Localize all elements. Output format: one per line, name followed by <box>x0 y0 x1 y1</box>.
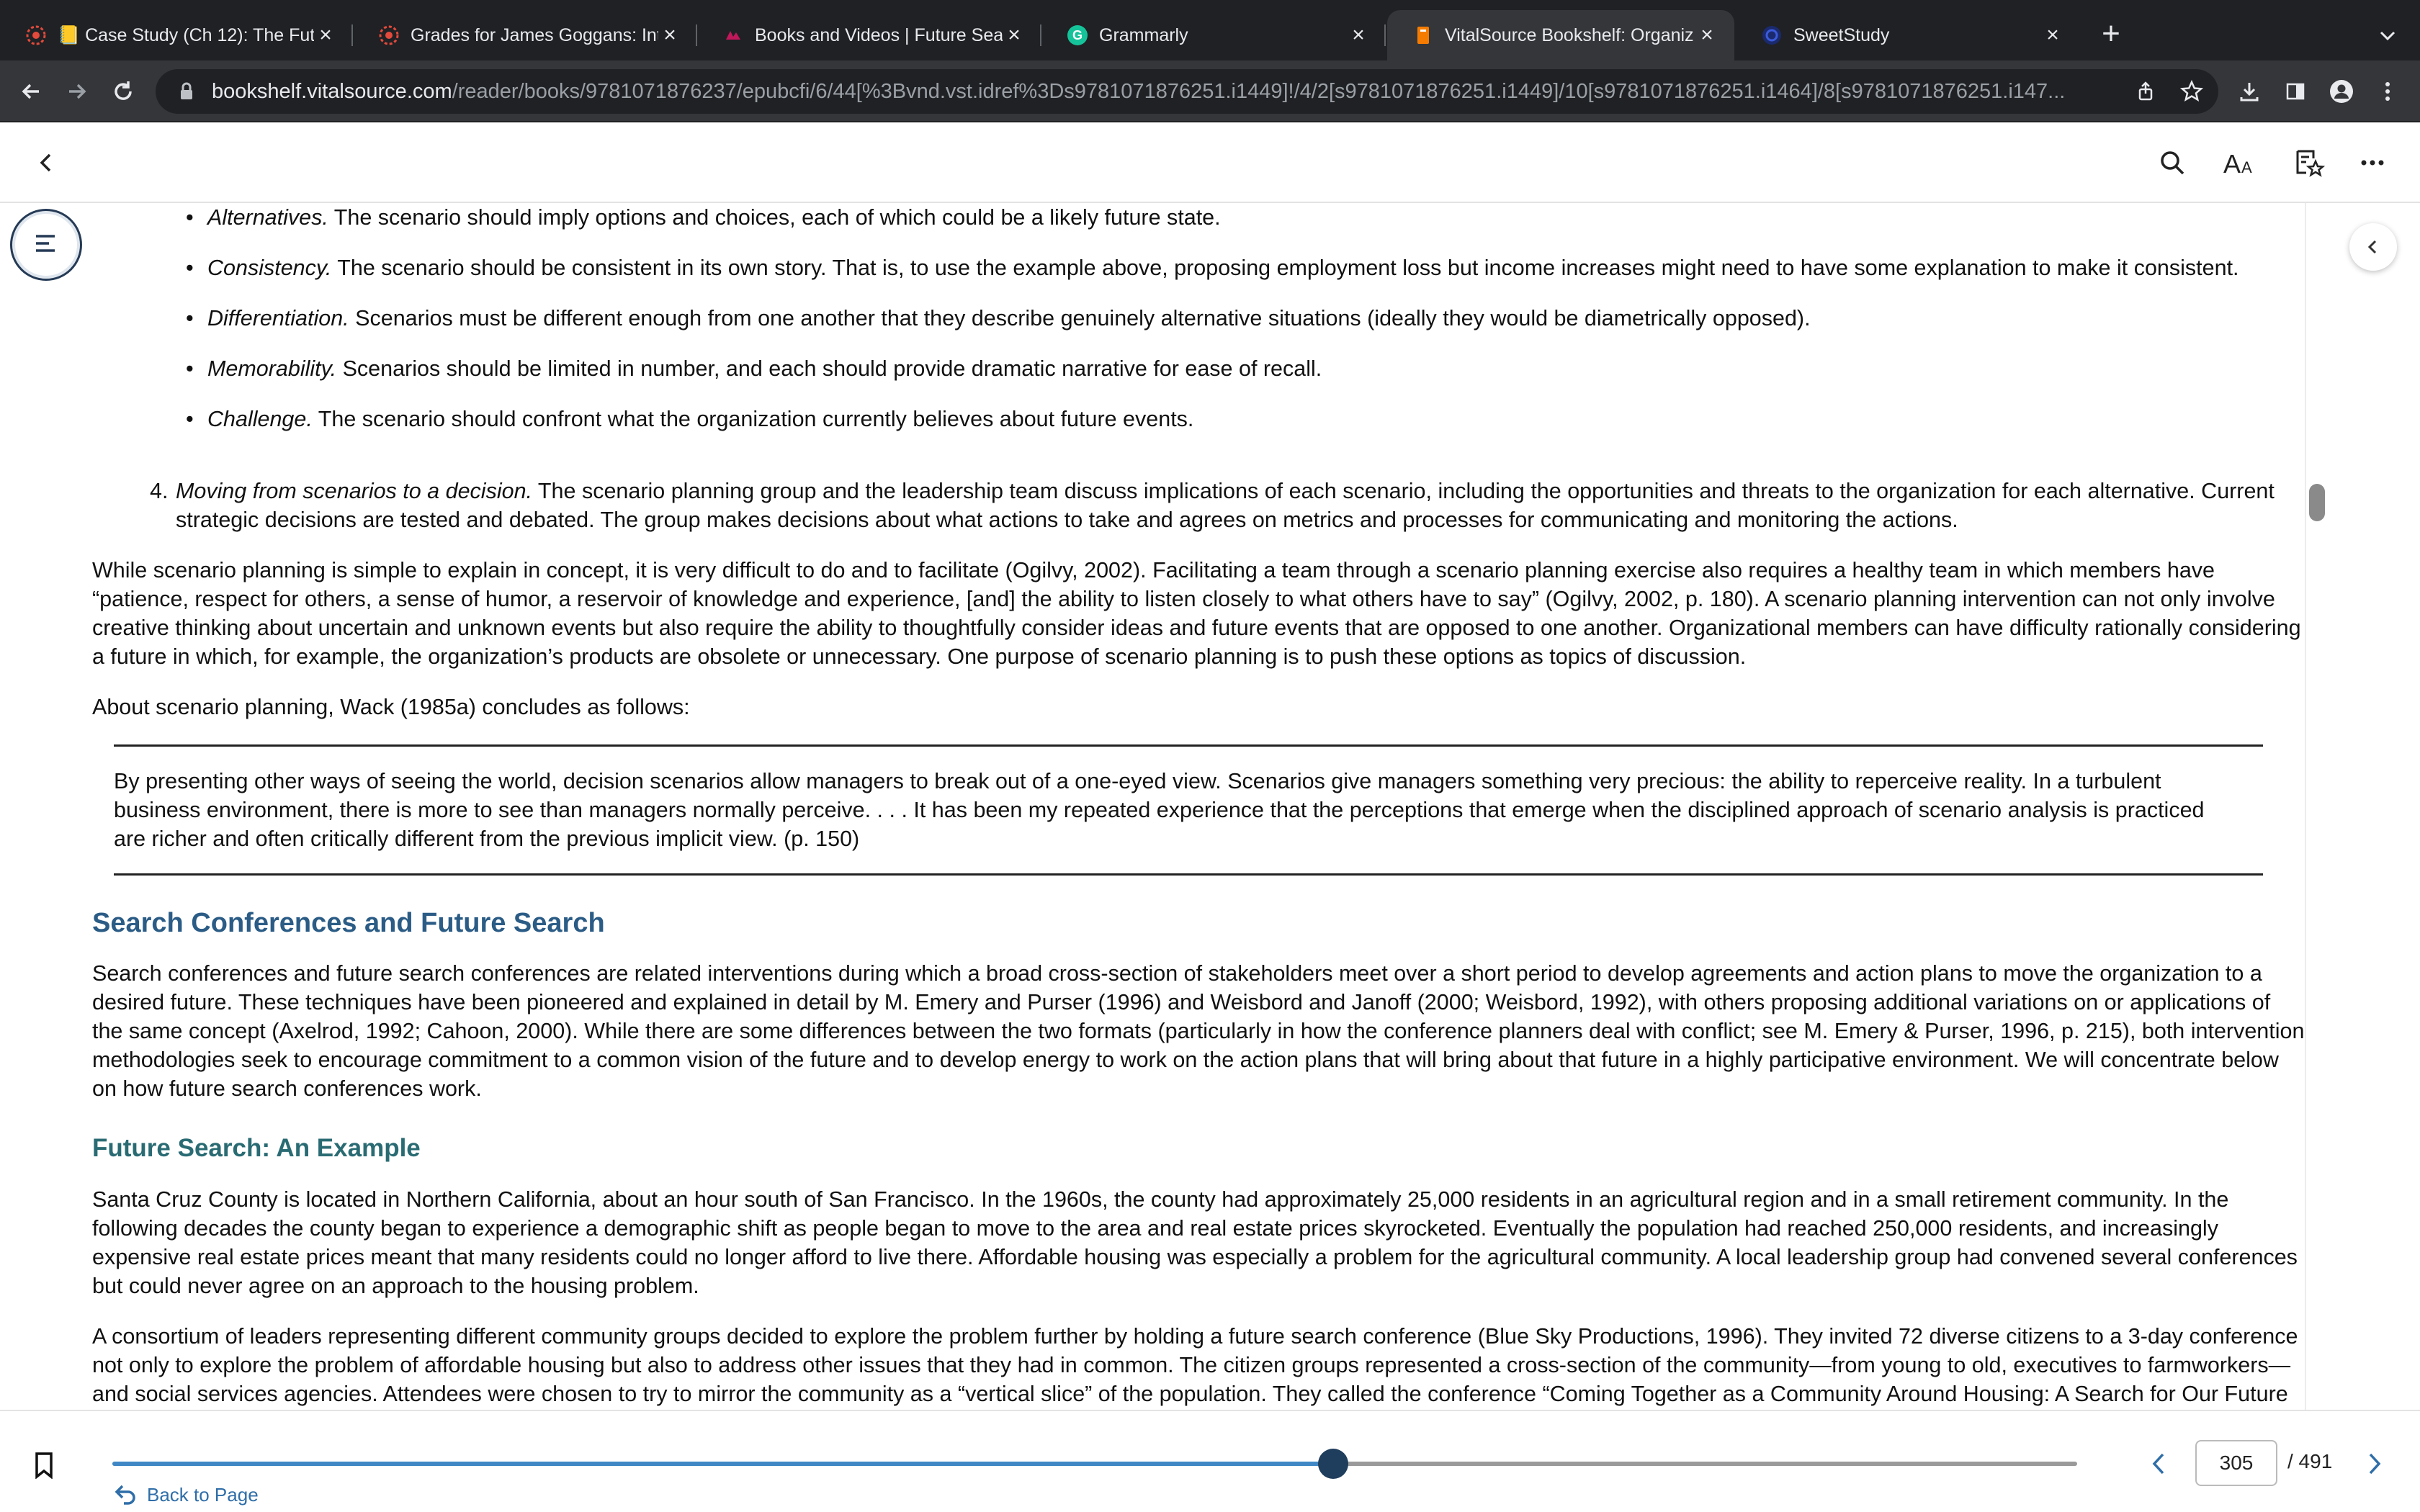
side-panel-icon[interactable] <box>2277 73 2313 109</box>
list-item: Differentiation. Scenarios must be diffe… <box>186 304 2296 333</box>
table-of-contents-button[interactable] <box>10 209 82 281</box>
tab-title: VitalSource Bookshelf: Organiz <box>1445 24 1694 45</box>
browser-tab-case-study[interactable]: 📒 Case Study (Ch 12): The Fut × <box>0 10 353 60</box>
browser-tab-grammarly[interactable]: G Grammarly × <box>1041 10 1386 60</box>
page-number-input[interactable] <box>2195 1440 2277 1486</box>
browser-tab-strip: 📒 Case Study (Ch 12): The Fut × Grades f… <box>0 0 2420 60</box>
page-progress-slider[interactable] <box>112 1462 2077 1466</box>
share-icon[interactable] <box>2128 73 2164 109</box>
tab-title: SweetStudy <box>1793 24 1890 45</box>
tab-title: Books and Videos | Future Sear <box>755 24 1003 45</box>
tab-title: Grades for James Goggans: Int <box>411 24 658 45</box>
notes-highlights-icon[interactable] <box>2287 141 2331 184</box>
url-host: bookshelf.vitalsource.com <box>212 79 452 103</box>
browser-tab-sweetstudy[interactable]: SweetStudy × <box>1736 10 2080 60</box>
next-page-chevron-icon[interactable] <box>2357 1446 2393 1482</box>
undo-arrow-icon <box>112 1482 138 1508</box>
bookmark-star-icon[interactable] <box>2174 73 2210 109</box>
browser-tab-vitalsource[interactable]: VitalSource Bookshelf: Organiz × <box>1387 10 1734 60</box>
grammarly-icon: G <box>1066 24 1089 47</box>
reload-icon[interactable] <box>105 73 141 109</box>
content-scrollbar-thumb[interactable] <box>2309 484 2325 521</box>
step-number: 4. <box>150 479 169 503</box>
block-quote: By presenting other ways of seeing the w… <box>114 744 2263 876</box>
browser-toolbar: bookshelf.vitalsource.com/reader/books/9… <box>0 60 2420 122</box>
close-tab-icon[interactable]: × <box>1347 23 1370 47</box>
reader-header: AA <box>0 122 2420 203</box>
list-item: Consistency. The scenario should be cons… <box>186 253 2296 282</box>
reader-back-chevron-icon[interactable] <box>24 141 68 184</box>
reader-right-gutter <box>2305 203 2420 1410</box>
previous-page-chevron-icon[interactable] <box>2141 1446 2177 1482</box>
section-heading: Search Conferences and Future Search <box>92 908 605 938</box>
quote-text: By presenting other ways of seeing the w… <box>114 769 2205 851</box>
paragraph: Santa Cruz County is located in Northern… <box>92 1187 2298 1298</box>
asu-pitchfork-icon <box>377 24 400 47</box>
more-options-icon[interactable] <box>2351 141 2394 184</box>
svg-text:A: A <box>2223 149 2241 177</box>
close-tab-icon[interactable]: × <box>314 23 337 47</box>
sweetstudy-icon <box>1760 24 1783 47</box>
back-to-page-link[interactable]: Back to Page <box>112 1482 259 1508</box>
tab-title: Grammarly <box>1099 24 1188 45</box>
tab-search-chevron-icon[interactable] <box>2370 17 2406 53</box>
vitalsource-icon <box>1412 24 1435 47</box>
paragraph: Search conferences and future search con… <box>92 961 2305 1101</box>
url-path: /reader/books/9781071876237/epubcfi/6/44… <box>452 79 2066 103</box>
total-pages: / 491 <box>2287 1450 2333 1472</box>
subsection-heading: Future Search: An Example <box>92 1134 421 1162</box>
asu-pitchfork-icon <box>24 24 48 47</box>
paragraph: While scenario planning is simple to exp… <box>92 558 2301 669</box>
svg-text:A: A <box>2241 158 2252 176</box>
menu-lines-icon <box>33 233 59 258</box>
collapse-panel-chevron-icon[interactable] <box>2349 223 2397 271</box>
search-icon[interactable] <box>2151 141 2194 184</box>
download-icon[interactable] <box>2231 73 2267 109</box>
list-item: Alternatives. The scenario should imply … <box>186 203 2296 232</box>
list-item: Memorability. Scenarios should be limite… <box>186 354 2296 383</box>
back-to-page-label: Back to Page <box>147 1483 259 1506</box>
page-progress-fill <box>112 1462 1333 1466</box>
list-item: Challenge. The scenario should confront … <box>186 405 2296 433</box>
address-bar[interactable]: bookshelf.vitalsource.com/reader/books/9… <box>156 69 2218 114</box>
close-tab-icon[interactable]: × <box>1695 23 1718 47</box>
close-tab-icon[interactable]: × <box>658 23 681 47</box>
text-size-icon[interactable]: AA <box>2218 141 2262 184</box>
paragraph: About scenario planning, Wack (1985a) co… <box>92 695 690 719</box>
back-arrow-icon[interactable] <box>13 73 49 109</box>
bookmark-icon[interactable] <box>26 1447 62 1483</box>
browser-menu-icon[interactable] <box>2370 73 2406 109</box>
paragraph: A consortium of leaders representing dif… <box>92 1324 2298 1406</box>
video-library-icon <box>722 24 745 47</box>
close-tab-icon[interactable]: × <box>2041 23 2064 47</box>
reader-footer: Back to Page / 491 <box>0 1410 2420 1512</box>
new-tab-plus-icon[interactable]: + <box>2093 16 2129 52</box>
lock-icon[interactable] <box>176 81 197 102</box>
svg-text:G: G <box>1072 28 1083 42</box>
browser-tab-grades[interactable]: Grades for James Goggans: Int × <box>353 10 697 60</box>
page-progress-handle[interactable] <box>1317 1449 1348 1479</box>
reader-left-gutter <box>0 203 92 1410</box>
browser-tab-books-videos[interactable]: Books and Videos | Future Sear × <box>697 10 1041 60</box>
numbered-step-4: 4. Moving from scenarios to a decision. … <box>150 477 2305 534</box>
profile-avatar-icon[interactable] <box>2323 73 2360 109</box>
close-tab-icon[interactable]: × <box>1003 23 1026 47</box>
forward-arrow-icon[interactable] <box>59 73 95 109</box>
book-content: Alternatives. The scenario should imply … <box>92 203 2305 1410</box>
tab-title: 📒 Case Study (Ch 12): The Fut <box>58 24 314 45</box>
